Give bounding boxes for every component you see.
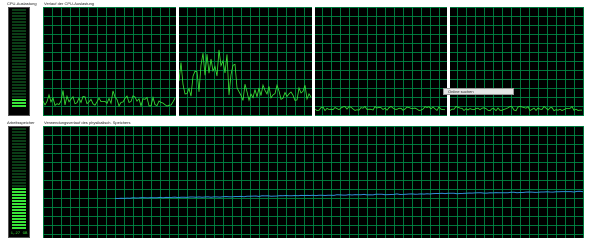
cpu-history-graph: Online suchen xyxy=(43,7,584,116)
memory-meter-lit-cell xyxy=(12,215,26,217)
cpu-meter-cell xyxy=(12,42,26,44)
cpu-meter-cell xyxy=(12,63,26,65)
cpu-meter-cell xyxy=(12,21,26,23)
memory-meter-cell xyxy=(12,182,26,184)
memory-meter-cell xyxy=(12,140,26,142)
cpu-meter-cell xyxy=(12,72,26,74)
memory-meter-cell xyxy=(12,185,26,187)
memory-history-plot xyxy=(114,190,584,200)
memory-meter-cell xyxy=(12,134,26,136)
core-separator xyxy=(176,7,179,116)
cpu-history-label: Verlauf der CPU-Auslastung xyxy=(44,1,95,6)
memory-meter-lit-cell xyxy=(12,218,26,220)
memory-meter-cell xyxy=(12,131,26,133)
cpu-meter-cell xyxy=(12,75,26,77)
memory-meter-cell xyxy=(12,128,26,130)
memory-history-graph xyxy=(43,126,584,238)
memory-meter-cell xyxy=(12,167,26,169)
memory-meter-cell xyxy=(12,164,26,166)
cpu-meter-cell xyxy=(12,9,26,11)
cpu-meter-cell xyxy=(12,81,26,83)
memory-meter-lit-cell xyxy=(12,209,26,211)
memory-meter-lit-cell xyxy=(12,200,26,202)
cpu-meter-cell xyxy=(12,36,26,38)
online-search-tooltip[interactable]: Online suchen xyxy=(443,88,514,95)
cpu-meter-cell xyxy=(12,15,26,17)
cpu-meter-cell xyxy=(12,60,26,62)
memory-meter-cell xyxy=(12,152,26,154)
memory-meter-cell xyxy=(12,158,26,160)
core-separator xyxy=(312,7,315,116)
memory-meter-cell xyxy=(12,143,26,145)
cpu-meter-lit-cell xyxy=(12,99,26,101)
cpu-meter-cell xyxy=(12,66,26,68)
memory-usage-label: Arbeitsspeicher xyxy=(7,120,35,125)
cpu-meter-cell xyxy=(12,51,26,53)
cpu-meter-cell xyxy=(12,84,26,86)
cpu-core-history-line xyxy=(43,90,176,108)
memory-meter-cell xyxy=(12,176,26,178)
cpu-meter-cell xyxy=(12,24,26,26)
memory-meter-cell xyxy=(12,137,26,139)
cpu-meter-cell xyxy=(12,30,26,32)
memory-meter-lit-cell xyxy=(12,188,26,190)
memory-meter-lit-cell xyxy=(12,212,26,214)
cpu-core-history-line xyxy=(449,105,582,112)
cpu-meter-cell xyxy=(12,39,26,41)
core-separator xyxy=(447,7,450,116)
memory-history-label: Verwendungsverlauf des physikalisch. Spe… xyxy=(44,120,131,125)
memory-history-line xyxy=(114,190,584,200)
cpu-usage-meter xyxy=(8,7,30,116)
memory-meter-lit-cell xyxy=(12,197,26,199)
cpu-meter-cell xyxy=(12,78,26,80)
cpu-meter-cell xyxy=(12,12,26,14)
cpu-meter-cell xyxy=(12,87,26,89)
cpu-meter-cell xyxy=(12,96,26,98)
memory-meter-lit-cell xyxy=(12,191,26,193)
cpu-core-history-line xyxy=(178,49,312,102)
cpu-meter-cell xyxy=(12,57,26,59)
cpu-meter-cell xyxy=(12,27,26,29)
memory-meter-cell xyxy=(12,149,26,151)
cpu-core-history-line xyxy=(314,105,446,112)
memory-meter-lit-cell xyxy=(12,224,26,226)
memory-meter-lit-cell xyxy=(12,227,26,229)
cpu-meter-cell xyxy=(12,45,26,47)
cpu-meter-cell xyxy=(12,69,26,71)
memory-meter-lit-cell xyxy=(12,206,26,208)
memory-meter-lit-cell xyxy=(12,203,26,205)
memory-usage-meter: 1,27 GB xyxy=(8,126,30,238)
cpu-meter-cell xyxy=(12,48,26,50)
memory-usage-value: 1,27 GB xyxy=(10,232,28,236)
cpu-meter-cell xyxy=(12,54,26,56)
memory-meter-cell xyxy=(12,173,26,175)
cpu-meter-cell xyxy=(12,33,26,35)
memory-meter-cell xyxy=(12,155,26,157)
cpu-meter-cell xyxy=(12,93,26,95)
memory-meter-lit-cell xyxy=(12,194,26,196)
cpu-meter-lit-cell xyxy=(12,102,26,104)
memory-meter-cell xyxy=(12,161,26,163)
memory-meter-lit-cell xyxy=(12,221,26,223)
cpu-usage-label: CPU-Auslastung xyxy=(7,1,37,6)
cpu-meter-cell xyxy=(12,90,26,92)
memory-meter-cell xyxy=(12,146,26,148)
cpu-meter-cell xyxy=(12,18,26,20)
memory-meter-cell xyxy=(12,179,26,181)
memory-meter-cell xyxy=(12,170,26,172)
cpu-meter-lit-cell xyxy=(12,105,26,107)
